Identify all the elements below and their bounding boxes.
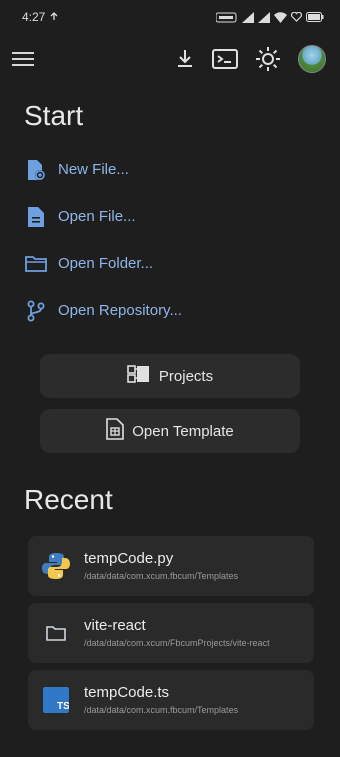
recent-item-path: /data/data/com.xcum.fbcum/Templates <box>84 571 239 581</box>
top-toolbar <box>0 40 340 78</box>
folder-icon <box>24 252 48 276</box>
folder-icon <box>40 617 72 649</box>
recent-item-name: tempCode.py <box>84 550 174 567</box>
projects-icon <box>127 364 151 388</box>
recent-item[interactable]: vite-react /data/data/com.xcum/FbcumProj… <box>28 603 314 663</box>
recent-item[interactable]: TS tempCode.ts /data/data/com.xcum.fbcum… <box>28 670 314 730</box>
start-list: New File... Open File... Open Folder... … <box>24 146 324 334</box>
recent-item-name: vite-react <box>84 617 146 634</box>
new-file-icon <box>24 158 48 182</box>
open-file-icon <box>24 205 48 229</box>
status-time: 4:27 <box>22 10 46 24</box>
projects-button[interactable]: Projects <box>40 354 300 398</box>
recent-item-name: tempCode.ts <box>84 684 170 701</box>
terminal-icon[interactable] <box>212 49 238 69</box>
open-file-label: Open File... <box>58 208 136 225</box>
open-template-label: Open Template <box>132 422 234 440</box>
battery-icon <box>306 12 324 22</box>
typescript-icon: TS <box>40 684 72 716</box>
recent-list: tempCode.py /data/data/com.xcum.fbcum/Te… <box>28 536 314 737</box>
open-repository-label: Open Repository... <box>58 302 182 319</box>
recent-title: Recent <box>24 484 113 515</box>
status-bar: 4:27 <box>0 0 340 34</box>
open-repository-item[interactable]: Open Repository... <box>24 287 324 334</box>
signal-icon-2 <box>258 11 270 23</box>
start-title: Start <box>24 100 84 131</box>
signal-icon <box>242 11 254 23</box>
download-icon[interactable] <box>176 49 194 69</box>
svg-text:TS: TS <box>57 701 69 712</box>
open-folder-item[interactable]: Open Folder... <box>24 240 324 287</box>
usb-icon <box>49 12 59 22</box>
recent-item-path: /data/data/com.xcum/FbcumProjects/vite-r… <box>84 638 270 648</box>
python-icon <box>40 550 72 582</box>
recent-item[interactable]: tempCode.py /data/data/com.xcum.fbcum/Te… <box>28 536 314 596</box>
new-file-item[interactable]: New File... <box>24 146 324 193</box>
hamburger-icon[interactable] <box>12 51 34 67</box>
template-icon <box>106 418 125 444</box>
open-folder-label: Open Folder... <box>58 255 154 272</box>
open-template-button[interactable]: Open Template <box>40 409 300 453</box>
sun-icon[interactable] <box>256 47 280 71</box>
data-speed-icon <box>216 12 238 23</box>
recent-item-path: /data/data/com.xcum.fbcum/Templates <box>84 705 239 715</box>
new-file-label: New File... <box>58 161 129 178</box>
open-file-item[interactable]: Open File... <box>24 193 324 240</box>
heart-icon <box>291 12 302 22</box>
wifi-icon <box>274 11 287 23</box>
projects-label: Projects <box>158 367 214 385</box>
branch-icon <box>24 299 48 323</box>
avatar[interactable] <box>298 45 326 73</box>
